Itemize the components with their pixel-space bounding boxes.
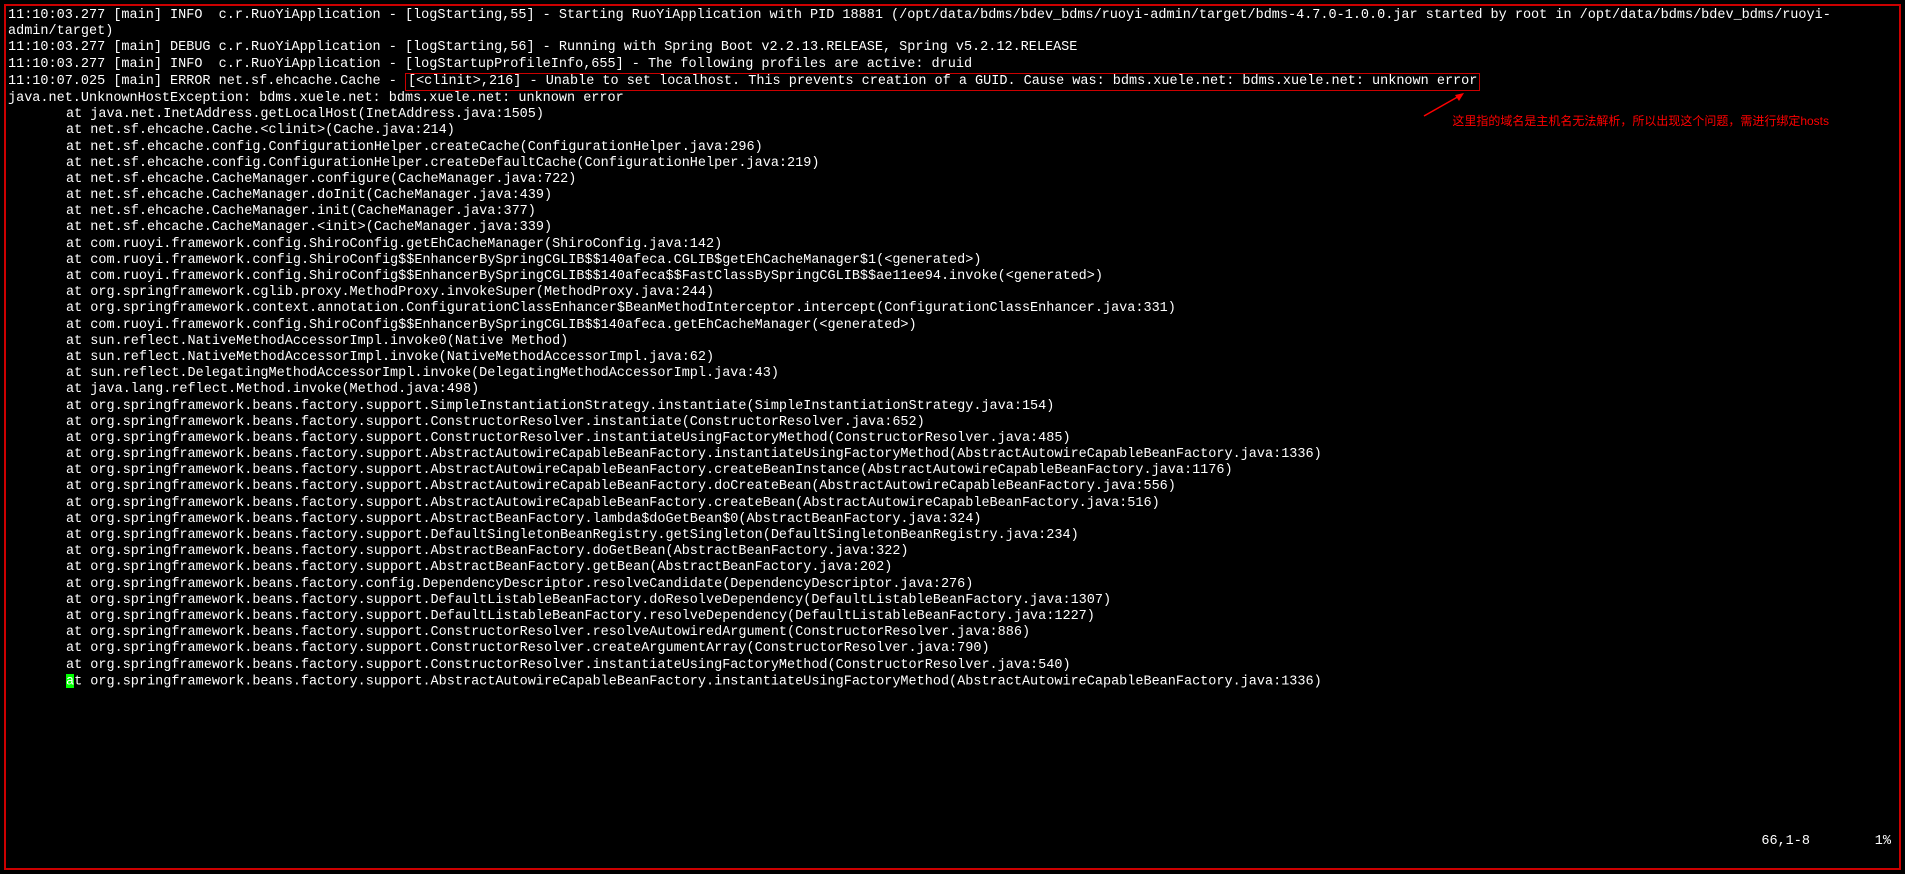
stack-trace-line: at org.springframework.beans.factory.sup… [8, 625, 1897, 641]
terminal-cursor [66, 674, 74, 688]
stack-trace-line: at com.ruoyi.framework.config.ShiroConfi… [8, 237, 1897, 253]
stack-trace-line: at com.ruoyi.framework.config.ShiroConfi… [8, 269, 1897, 285]
log-line: 11:10:03.277 [main] INFO c.r.RuoYiApplic… [8, 57, 1897, 73]
log-line: 11:10:03.277 [main] DEBUG c.r.RuoYiAppli… [8, 40, 1897, 56]
stack-trace-line: at org.springframework.beans.factory.sup… [8, 447, 1897, 463]
stack-trace-line: at org.springframework.beans.factory.sup… [8, 641, 1897, 657]
stack-trace-line: at org.springframework.beans.factory.sup… [8, 399, 1897, 415]
stack-trace-line: at net.sf.ehcache.CacheManager.<init>(Ca… [8, 220, 1897, 236]
exception-line: java.net.UnknownHostException: bdms.xuel… [8, 91, 1897, 107]
stack-trace-line: at org.springframework.beans.factory.sup… [8, 560, 1897, 576]
annotation-text: 这里指的域名是主机名无法解析，所以出现这个问题，需进行绑定hosts [1452, 114, 1829, 128]
stack-trace-line: at org.springframework.beans.factory.sup… [8, 512, 1897, 528]
stack-trace-line: at org.springframework.beans.factory.sup… [8, 609, 1897, 625]
stack-trace-line: at org.springframework.beans.factory.sup… [8, 658, 1897, 674]
stack-trace-line: at net.sf.ehcache.CacheManager.doInit(Ca… [8, 188, 1897, 204]
stack-trace-line: at org.springframework.beans.factory.con… [8, 577, 1897, 593]
annotation-arrow [1419, 91, 1469, 121]
stack-trace-line: at net.sf.ehcache.config.ConfigurationHe… [8, 156, 1897, 172]
stack-trace-line: at org.springframework.beans.factory.sup… [8, 593, 1897, 609]
stack-trace-line: at org.springframework.beans.factory.sup… [8, 674, 1897, 691]
stack-trace-line: at com.ruoyi.framework.config.ShiroConfi… [8, 318, 1897, 334]
stack-trace-line: at net.sf.ehcache.config.ConfigurationHe… [8, 140, 1897, 156]
stack-trace-line: at org.springframework.beans.factory.sup… [8, 544, 1897, 560]
stack-trace-line: at org.springframework.beans.factory.sup… [8, 528, 1897, 544]
stack-trace-line: at sun.reflect.NativeMethodAccessorImpl.… [8, 334, 1897, 350]
stack-trace-line: at org.springframework.cglib.proxy.Metho… [8, 285, 1897, 301]
stack-trace-line: at sun.reflect.DelegatingMethodAccessorI… [8, 366, 1897, 382]
log-content: 11:10:03.277 [main] INFO c.r.RuoYiApplic… [8, 8, 1897, 690]
stack-trace-line: at org.springframework.beans.factory.sup… [8, 479, 1897, 495]
stack-trace-line: at org.springframework.beans.factory.sup… [8, 496, 1897, 512]
stack-trace-line: at org.springframework.beans.factory.sup… [8, 463, 1897, 479]
terminal-window[interactable]: 11:10:03.277 [main] INFO c.r.RuoYiApplic… [4, 4, 1901, 870]
stack-trace-line: at net.sf.ehcache.CacheManager.init(Cach… [8, 204, 1897, 220]
vim-status-bar: 66,1-8 1% [1729, 817, 1891, 866]
error-log-line: 11:10:07.025 [main] ERROR net.sf.ehcache… [8, 73, 1897, 91]
stack-trace-line: at org.springframework.beans.factory.sup… [8, 415, 1897, 431]
error-highlight-box: [<clinit>,216] - Unable to set localhost… [405, 73, 1480, 91]
stack-trace-line: at com.ruoyi.framework.config.ShiroConfi… [8, 253, 1897, 269]
stack-trace-line: at org.springframework.context.annotatio… [8, 301, 1897, 317]
scroll-percent: 1% [1875, 834, 1891, 849]
cursor-position: 66,1-8 [1761, 834, 1810, 849]
stack-trace-line: at org.springframework.beans.factory.sup… [8, 431, 1897, 447]
log-line: 11:10:03.277 [main] INFO c.r.RuoYiApplic… [8, 8, 1897, 40]
stack-trace-line: at java.lang.reflect.Method.invoke(Metho… [8, 382, 1897, 398]
stack-trace-line: at sun.reflect.NativeMethodAccessorImpl.… [8, 350, 1897, 366]
stack-trace-line: at net.sf.ehcache.CacheManager.configure… [8, 172, 1897, 188]
